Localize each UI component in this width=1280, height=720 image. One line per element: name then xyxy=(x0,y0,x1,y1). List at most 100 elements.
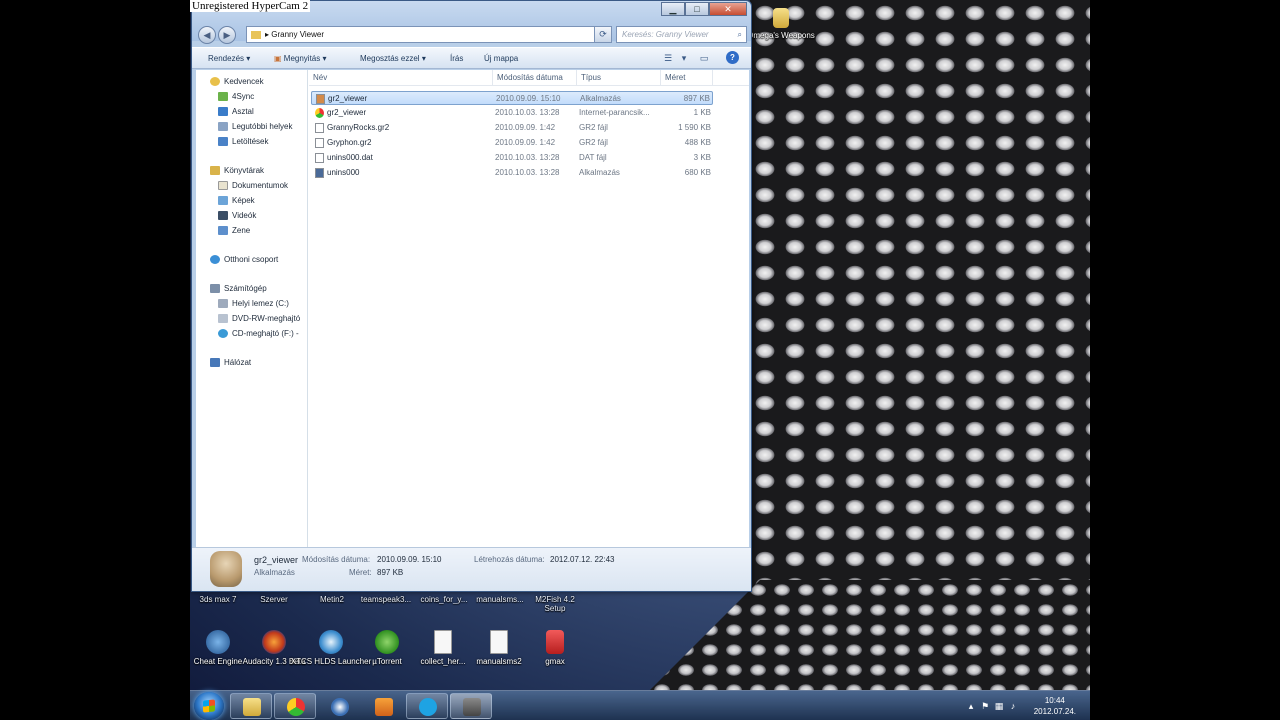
taskbar-chrome[interactable] xyxy=(274,693,316,719)
refresh-button[interactable]: ⟳ xyxy=(594,26,612,43)
nav-item-4sync[interactable]: 4Sync xyxy=(218,90,254,104)
desktop-icon-coins[interactable]: coins_for_y... xyxy=(416,595,472,604)
close-button[interactable]: ✕ xyxy=(709,2,747,16)
homegroup-icon xyxy=(210,255,220,265)
desktop-icon-row-top: 3ds max 7 Szerver Metin2 teamspeak3... c… xyxy=(190,594,590,618)
action-center-icon[interactable]: ⚑ xyxy=(980,701,990,711)
details-kind: Alkalmazás xyxy=(254,568,295,577)
installer-icon xyxy=(315,168,324,178)
recorder-watermark: Unregistered HyperCam 2 xyxy=(190,0,311,12)
explorer-window: ▁ □ ✕ ◀ ▶ ▸ Granny Viewer ⟳ Keresés: Gra… xyxy=(191,0,752,592)
start-button[interactable] xyxy=(194,692,224,720)
hard-drive-icon xyxy=(218,299,228,309)
address-bar[interactable]: ▸ Granny Viewer xyxy=(246,26,612,43)
nav-item-drive-c[interactable]: Helyi lemez (C:) xyxy=(218,297,289,311)
file-row[interactable]: gr2_viewer 2010.09.09. 15:10 Alkalmazás … xyxy=(311,91,713,105)
taskbar-skype[interactable] xyxy=(406,693,448,719)
view-dropdown-icon[interactable]: ▾ xyxy=(676,51,692,66)
help-icon[interactable]: ? xyxy=(726,51,739,64)
show-hidden-icons-icon[interactable]: ▴ xyxy=(966,701,976,711)
nav-item-videos[interactable]: Videók xyxy=(218,209,256,223)
back-button[interactable]: ◀ xyxy=(198,26,216,44)
view-options-icon[interactable]: ☰ xyxy=(660,51,676,66)
nav-computer[interactable]: Számítógép xyxy=(210,282,267,296)
folder-icon xyxy=(218,92,228,102)
application-icon xyxy=(316,94,325,104)
nav-item-desktop[interactable]: Asztal xyxy=(218,105,254,119)
open-button[interactable]: ▣ Megnyitás ▾ xyxy=(274,48,327,69)
nav-item-music[interactable]: Zene xyxy=(218,224,250,238)
desktop-icon-label: Omega's Weapons xyxy=(747,31,815,40)
file-row[interactable]: GrannyRocks.gr2 2010.09.09. 1:42 GR2 fáj… xyxy=(311,121,713,135)
search-icon[interactable]: ⌕ xyxy=(738,27,742,42)
column-type[interactable]: Típus xyxy=(577,70,661,86)
text-document-icon xyxy=(434,630,452,654)
file-row[interactable]: unins000 2010.10.03. 13:28 Alkalmazás 68… xyxy=(311,166,713,180)
file-row[interactable]: gr2_viewer 2010.10.03. 13:28 Internet-pa… xyxy=(311,106,713,120)
cd-drive-icon xyxy=(218,329,228,339)
nav-libraries[interactable]: Könyvtárak xyxy=(210,164,264,178)
column-name[interactable]: Név xyxy=(309,70,493,86)
preview-pane-icon[interactable]: ▭ xyxy=(696,51,712,66)
new-folder-button[interactable]: Új mappa xyxy=(484,48,518,69)
open-icon: ▣ xyxy=(274,54,282,63)
star-icon xyxy=(210,77,220,87)
taskbar-granny-viewer[interactable] xyxy=(450,693,492,719)
taskbar-media-player[interactable] xyxy=(318,693,360,719)
nav-item-recent[interactable]: Legutóbbi helyek xyxy=(218,120,293,134)
pictures-icon xyxy=(218,196,228,206)
search-input[interactable]: Keresés: Granny Viewer ⌕ xyxy=(616,26,747,43)
nav-item-pictures[interactable]: Képek xyxy=(218,194,255,208)
chrome-icon xyxy=(287,698,305,716)
forward-button[interactable]: ▶ xyxy=(218,26,236,44)
nav-item-dvd[interactable]: DVD-RW-meghajtó xyxy=(218,312,300,326)
library-icon xyxy=(210,166,220,176)
content-area: Kedvencek 4Sync Asztal Legutóbbi helyek … xyxy=(196,70,749,547)
file-row[interactable]: Gryphon.gr2 2010.09.09. 1:42 GR2 fájl 48… xyxy=(311,136,713,150)
address-row: ◀ ▶ ▸ Granny Viewer ⟳ Keresés: Granny Vi… xyxy=(198,26,747,44)
nav-homegroup[interactable]: Otthoni csoport xyxy=(210,253,278,267)
xtcs-launcher-icon xyxy=(319,630,343,654)
clock-date: 2012.07.24. xyxy=(1033,707,1076,716)
desktop-icon-3ds-max[interactable]: 3ds max 7 xyxy=(198,595,238,604)
desktop-icon-gmax[interactable]: gmax xyxy=(510,630,600,666)
play-icon xyxy=(375,698,393,716)
column-date[interactable]: Módosítás dátuma xyxy=(493,70,577,86)
search-placeholder: Keresés: Granny Viewer xyxy=(622,30,709,39)
nav-item-documents[interactable]: Dokumentumok xyxy=(218,179,288,193)
network-icon xyxy=(210,358,220,368)
clock[interactable]: 10:44 2012.07.24. xyxy=(1034,695,1076,717)
network-icon[interactable]: ▦ xyxy=(994,701,1004,711)
nav-item-cd[interactable]: CD-meghajtó (F:) - xyxy=(218,327,299,341)
taskbar-explorer[interactable] xyxy=(230,693,272,719)
file-row[interactable]: unins000.dat 2010.10.03. 13:28 DAT fájl … xyxy=(311,151,713,165)
text-document-icon xyxy=(490,630,508,654)
maximize-button[interactable]: □ xyxy=(685,2,709,16)
desktop-icon-row-bottom: Cheat Engine Audacity 1.3 Beta XTCS HLDS… xyxy=(190,630,590,690)
burn-button[interactable]: Írás xyxy=(450,48,463,69)
desktop-icon-manualsms[interactable]: manualsms... xyxy=(472,595,528,604)
details-filename: gr2_viewer xyxy=(254,555,299,565)
file-icon xyxy=(315,138,324,148)
desktop-icon-m2fish[interactable]: M2Fish 4.2 Setup xyxy=(530,595,580,613)
computer-icon xyxy=(210,284,220,294)
breadcrumb-current[interactable]: Granny Viewer xyxy=(271,30,324,39)
organize-button[interactable]: Rendezés ▾ xyxy=(208,48,250,69)
details-modified-label: Módosítás dátuma: xyxy=(302,555,371,564)
desktop-icon-metin2[interactable]: Metin2 xyxy=(312,595,352,604)
nav-item-downloads[interactable]: Letöltések xyxy=(218,135,268,149)
system-tray: ▴ ⚑ ▦ ♪ 10:44 2012.07.24. xyxy=(960,691,1090,720)
folder-icon xyxy=(243,698,261,716)
volume-icon[interactable]: ♪ xyxy=(1008,701,1018,711)
minimize-button[interactable]: ▁ xyxy=(661,2,685,16)
taskbar-player[interactable] xyxy=(362,693,404,719)
window-controls: ▁ □ ✕ xyxy=(661,2,747,16)
nav-network[interactable]: Hálózat xyxy=(210,356,251,370)
recent-places-icon xyxy=(218,122,228,132)
column-size[interactable]: Méret xyxy=(661,70,713,86)
desktop-icon-szerver[interactable]: Szerver xyxy=(254,595,294,604)
desktop-icon-teamspeak[interactable]: teamspeak3... xyxy=(358,595,414,604)
share-button[interactable]: Megosztás ezzel ▾ xyxy=(360,48,426,69)
navigation-pane: Kedvencek 4Sync Asztal Legutóbbi helyek … xyxy=(196,70,308,547)
nav-favorites[interactable]: Kedvencek xyxy=(210,75,264,89)
